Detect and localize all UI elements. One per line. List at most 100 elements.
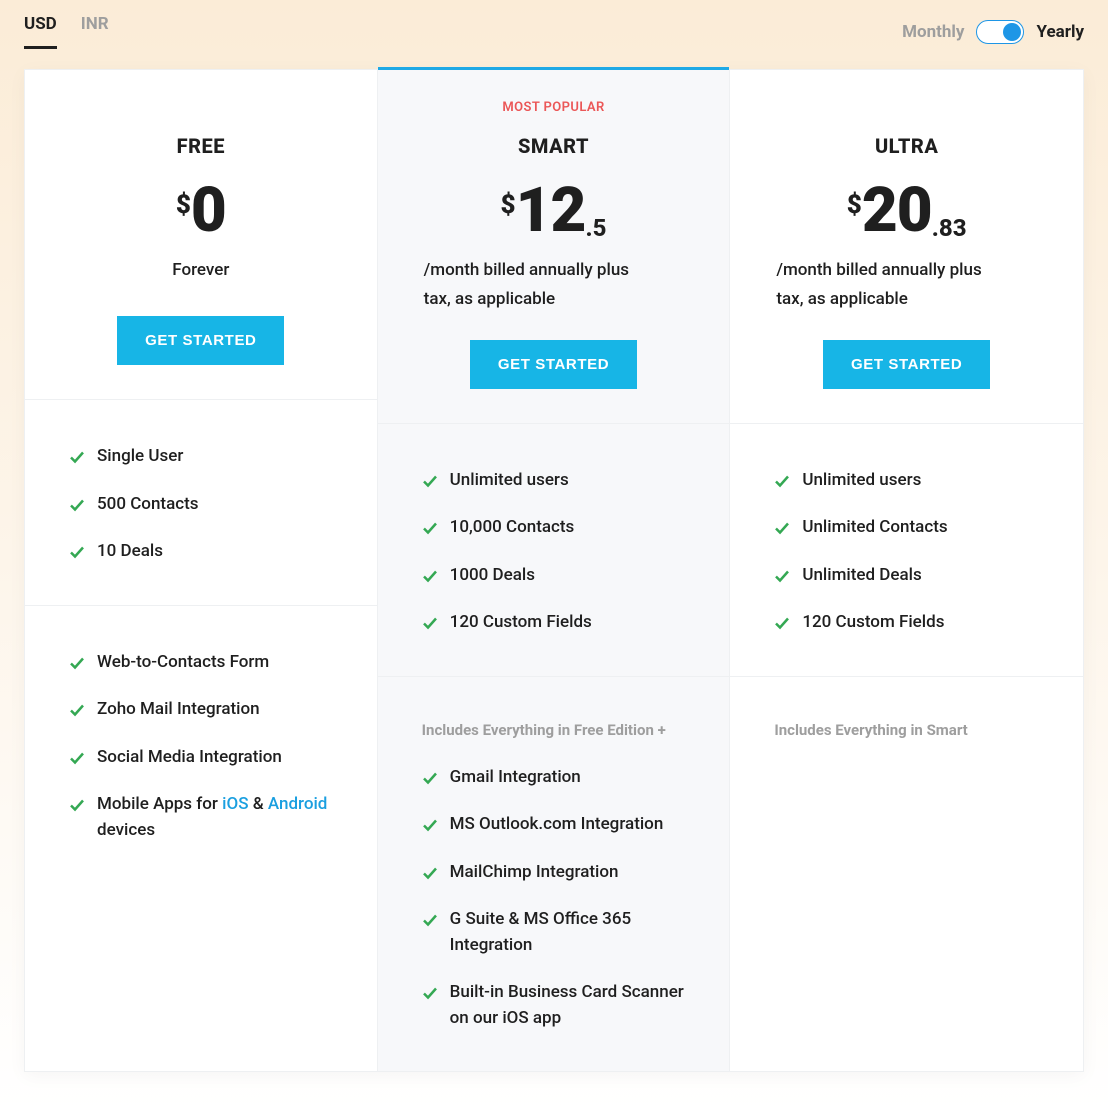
check-icon bbox=[69, 448, 85, 464]
feature-item: 10,000 Contacts bbox=[422, 515, 686, 541]
billing-period-toggle: Monthly Yearly bbox=[902, 20, 1084, 44]
plan-head: ULTRA $20.83/month billed annually plus t… bbox=[730, 70, 1083, 424]
price-note: /month billed annually plus tax, as appl… bbox=[776, 256, 996, 314]
switch-knob bbox=[1003, 23, 1021, 41]
feature-text: Unlimited Contacts bbox=[802, 515, 947, 541]
currency-symbol: $ bbox=[501, 190, 516, 220]
feature-item: Unlimited Contacts bbox=[774, 515, 1039, 541]
feature-item: Mobile Apps for iOS & Android devices bbox=[69, 792, 333, 843]
feature-item: Unlimited Deals bbox=[774, 563, 1039, 589]
plan-price: $20.83 bbox=[847, 180, 967, 242]
check-icon bbox=[422, 816, 438, 832]
feature-text: G Suite & MS Office 365 Integration bbox=[450, 907, 686, 958]
feature-text: 10,000 Contacts bbox=[450, 515, 575, 541]
check-icon bbox=[774, 472, 790, 488]
period-switch[interactable] bbox=[976, 20, 1024, 44]
plan-head: MOST POPULAR SMART $12.5/month billed annu… bbox=[378, 67, 730, 424]
price-decimal: .5 bbox=[585, 214, 606, 242]
feature-item: MailChimp Integration bbox=[422, 860, 686, 886]
check-icon bbox=[69, 749, 85, 765]
check-icon bbox=[422, 519, 438, 535]
currency-tab-inr[interactable]: INR bbox=[81, 14, 109, 49]
plan-name: ULTRA bbox=[875, 134, 938, 158]
link-ios[interactable]: iOS bbox=[222, 794, 248, 814]
period-monthly-label[interactable]: Monthly bbox=[902, 22, 964, 42]
feature-text: Web-to-Contacts Form bbox=[97, 650, 269, 676]
feature-item: Gmail Integration bbox=[422, 765, 686, 791]
plan-integrations: Includes Everything in Free Edition + Gma… bbox=[378, 677, 730, 1072]
feature-text: MS Outlook.com Integration bbox=[450, 812, 664, 838]
plan-limits: Unlimited users Unlimited Contacts Unlimit… bbox=[730, 424, 1083, 677]
plan-head: FREE $0 Forever GET STARTED bbox=[25, 70, 377, 400]
feature-item: G Suite & MS Office 365 Integration bbox=[422, 907, 686, 958]
feature-item: MS Outlook.com Integration bbox=[422, 812, 686, 838]
get-started-button[interactable]: GET STARTED bbox=[823, 340, 990, 389]
check-icon bbox=[774, 519, 790, 535]
feature-text: 1000 Deals bbox=[450, 563, 535, 589]
includes-note: Includes Everything in Smart bbox=[774, 721, 1039, 739]
feature-item: Zoho Mail Integration bbox=[69, 697, 333, 723]
get-started-button[interactable]: GET STARTED bbox=[470, 340, 637, 389]
period-yearly-label[interactable]: Yearly bbox=[1036, 22, 1084, 42]
plan-price: $12.5 bbox=[501, 180, 607, 242]
feature-item: 1000 Deals bbox=[422, 563, 686, 589]
plan-smart: MOST POPULAR SMART $12.5/month billed annu… bbox=[378, 70, 731, 1071]
check-icon bbox=[69, 654, 85, 670]
topbar: USD INR Monthly Yearly bbox=[0, 0, 1108, 69]
plan-limits: Unlimited users 10,000 Contacts 1000 Deals… bbox=[378, 424, 730, 677]
currency-symbol: $ bbox=[847, 190, 862, 220]
price-note: Forever bbox=[172, 256, 229, 285]
check-icon bbox=[422, 984, 438, 1000]
feature-item: Single User bbox=[69, 444, 333, 470]
feature-text: Zoho Mail Integration bbox=[97, 697, 260, 723]
feature-text: Unlimited users bbox=[802, 468, 921, 494]
price-integer: 12 bbox=[516, 180, 586, 242]
currency-tab-usd[interactable]: USD bbox=[24, 14, 57, 49]
includes-note: Includes Everything in Free Edition + bbox=[422, 721, 686, 739]
currency-symbol: $ bbox=[176, 190, 191, 220]
feature-text: 10 Deals bbox=[97, 539, 163, 565]
feature-text: Unlimited users bbox=[450, 468, 569, 494]
feature-item: Social Media Integration bbox=[69, 745, 333, 771]
price-integer: 0 bbox=[191, 180, 226, 242]
plan-free: FREE $0 Forever GET STARTED Single User 500 C… bbox=[25, 70, 378, 1071]
check-icon bbox=[422, 769, 438, 785]
feature-text: Gmail Integration bbox=[450, 765, 581, 791]
check-icon bbox=[774, 614, 790, 630]
check-icon bbox=[422, 472, 438, 488]
check-icon bbox=[422, 864, 438, 880]
price-decimal: .83 bbox=[932, 214, 967, 242]
plan-integrations: Web-to-Contacts Form Zoho Mail Integratio… bbox=[25, 606, 377, 884]
plan-integrations: Includes Everything in Smart bbox=[730, 677, 1083, 805]
feature-item: 120 Custom Fields bbox=[774, 610, 1039, 636]
feature-item: Web-to-Contacts Form bbox=[69, 650, 333, 676]
plan-badge: MOST POPULAR bbox=[502, 100, 604, 116]
price-integer: 20 bbox=[862, 180, 932, 242]
feature-text: Single User bbox=[97, 444, 183, 470]
feature-text: 120 Custom Fields bbox=[802, 610, 944, 636]
feature-text: 120 Custom Fields bbox=[450, 610, 592, 636]
check-icon bbox=[69, 543, 85, 559]
currency-tabs: USD INR bbox=[24, 14, 109, 49]
feature-item: 500 Contacts bbox=[69, 492, 333, 518]
feature-text: MailChimp Integration bbox=[450, 860, 619, 886]
check-icon bbox=[774, 567, 790, 583]
plan-name: SMART bbox=[518, 134, 589, 158]
feature-text: Unlimited Deals bbox=[802, 563, 921, 589]
feature-text: Social Media Integration bbox=[97, 745, 282, 771]
get-started-button[interactable]: GET STARTED bbox=[117, 316, 284, 365]
feature-item: Unlimited users bbox=[774, 468, 1039, 494]
plan-name: FREE bbox=[177, 134, 225, 158]
feature-text: 500 Contacts bbox=[97, 492, 199, 518]
price-note: /month billed annually plus tax, as appl… bbox=[424, 256, 644, 314]
link-android[interactable]: Android bbox=[268, 794, 328, 814]
feature-text: Mobile Apps for iOS & Android devices bbox=[97, 792, 333, 843]
check-icon bbox=[69, 496, 85, 512]
plan-limits: Single User 500 Contacts 10 Deals bbox=[25, 400, 377, 606]
feature-item: Unlimited users bbox=[422, 468, 686, 494]
plan-price: $0 bbox=[176, 180, 226, 242]
feature-item: 10 Deals bbox=[69, 539, 333, 565]
check-icon bbox=[69, 701, 85, 717]
plan-ultra: ULTRA $20.83/month billed annually plus t… bbox=[730, 70, 1083, 1071]
check-icon bbox=[422, 911, 438, 927]
